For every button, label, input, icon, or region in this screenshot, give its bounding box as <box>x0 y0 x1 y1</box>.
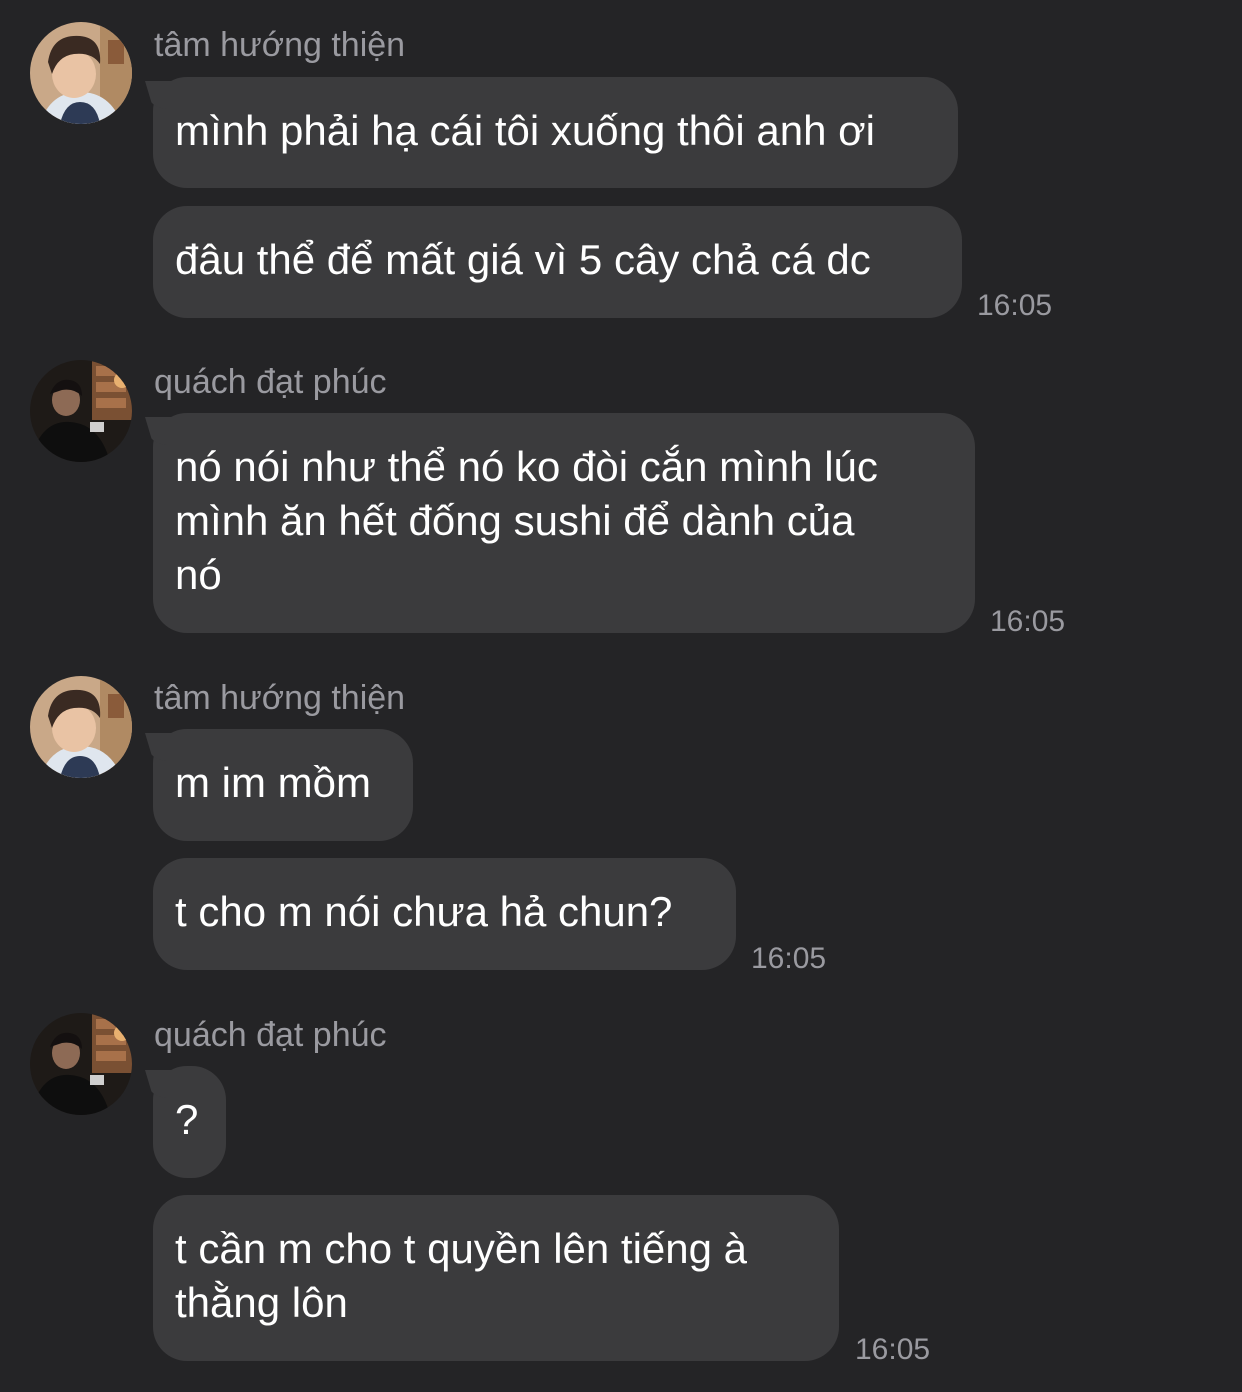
message-text: đâu thể để mất giá vì 5 cây chả cá dc <box>175 236 871 283</box>
message-bubble[interactable]: đâu thể để mất giá vì 5 cây chả cá dc <box>153 206 962 318</box>
timestamp: 16:05 <box>977 289 1053 322</box>
message-text-line: thằng lôn <box>175 1279 348 1326</box>
avatar[interactable] <box>30 1013 132 1115</box>
avatar[interactable] <box>30 22 132 124</box>
avatar[interactable] <box>30 676 132 778</box>
avatar-photo-icon <box>30 1013 132 1115</box>
sender-name: quách đạt phúc <box>154 363 387 401</box>
sender-name: quách đạt phúc <box>154 1016 387 1054</box>
timestamp: 16:05 <box>855 1333 931 1366</box>
message-text: mình phải hạ cái tôi xuống thôi anh ơi <box>175 107 875 154</box>
message-text-line: t cần m cho t quyền lên tiếng à <box>175 1225 748 1272</box>
message-bubble[interactable]: mình phải hạ cái tôi xuống thôi anh ơi <box>153 77 958 188</box>
message-text: t cho m nói chưa hả chun? <box>175 888 673 935</box>
sender-name: tâm hướng thiện <box>154 26 406 64</box>
message-text: ? <box>175 1096 199 1143</box>
message-text-line: nó <box>175 551 222 598</box>
timestamp: 16:05 <box>990 605 1066 638</box>
avatar-photo-icon <box>30 360 132 462</box>
avatar-photo-icon <box>30 676 132 778</box>
message-text-line: nó nói như thể nó ko đòi cắn mình lúc <box>175 443 878 490</box>
timestamp: 16:05 <box>751 942 827 975</box>
message-text: m im mồm <box>175 759 371 806</box>
avatar-photo-icon <box>30 22 132 124</box>
avatar[interactable] <box>30 360 132 462</box>
message-text-line: mình ăn hết đống sushi để dành của <box>175 497 855 544</box>
message-bubble[interactable]: t cần m cho t quyền lên tiếng à thằng lô… <box>153 1195 839 1361</box>
message-bubble[interactable]: t cho m nói chưa hả chun? <box>153 858 736 970</box>
message-bubble[interactable]: ? <box>153 1066 226 1178</box>
message-bubble[interactable]: m im mồm <box>153 729 413 841</box>
message-bubble[interactable]: nó nói như thể nó ko đòi cắn mình lúc mì… <box>153 413 975 633</box>
sender-name: tâm hướng thiện <box>154 679 406 717</box>
